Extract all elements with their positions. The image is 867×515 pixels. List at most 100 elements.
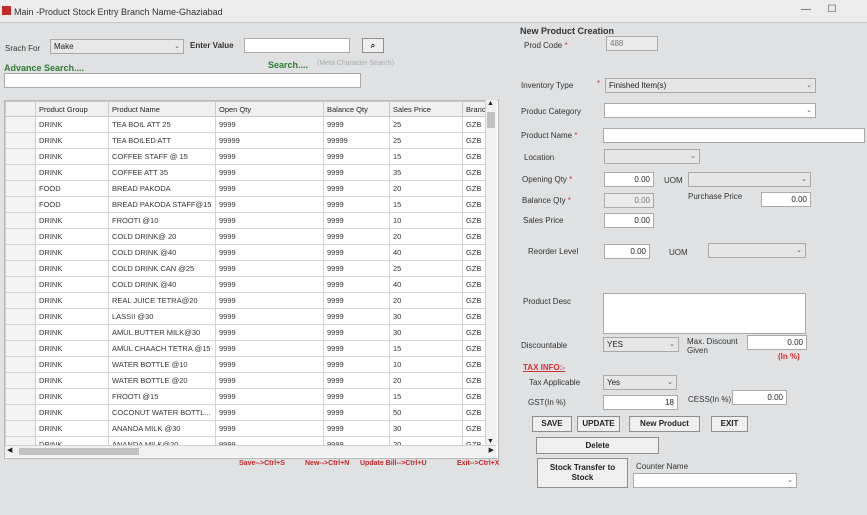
opening-qty-input[interactable]: 0.00	[604, 172, 654, 187]
row-header[interactable]	[5, 388, 36, 405]
row-header[interactable]	[5, 276, 36, 293]
maximize-button[interactable]: ☐	[812, 0, 852, 22]
search-link[interactable]: Search....	[268, 60, 308, 70]
sales-price-cell[interactable]: 30	[389, 420, 463, 437]
sales-price-cell[interactable]: 15	[389, 148, 463, 165]
product-group-cell[interactable]: DRINK	[35, 116, 109, 133]
branch-cell[interactable]: GZB	[462, 228, 488, 245]
reorder-uom-dropdown[interactable]: ⌄	[708, 243, 806, 258]
prod-code-field[interactable]: 488	[606, 36, 658, 51]
branch-cell[interactable]: GZB	[462, 388, 488, 405]
row-header[interactable]	[5, 292, 36, 309]
col-open-qty[interactable]: Open Qty	[215, 101, 324, 117]
product-group-cell[interactable]: FOOD	[35, 196, 109, 213]
product-group-cell[interactable]: DRINK	[35, 324, 109, 341]
balance-qty-cell[interactable]: 9999	[323, 276, 390, 293]
balance-qty-cell[interactable]: 9999	[323, 260, 390, 277]
product-name-cell[interactable]: WATER BOTTLE @20	[108, 372, 216, 389]
sales-price-cell[interactable]: 20	[389, 228, 463, 245]
product-desc-textarea[interactable]	[603, 293, 806, 334]
open-qty-cell[interactable]: 9999	[215, 228, 324, 245]
product-name-cell[interactable]: REAL JUICE TETRA@20	[108, 292, 216, 309]
update-button[interactable]: UPDATE	[577, 416, 620, 432]
product-name-cell[interactable]: TEA BOIL ATT 25	[108, 116, 216, 133]
scroll-down-icon[interactable]: ▼	[487, 438, 494, 445]
table-vertical-scrollbar[interactable]: ▲ ▼	[485, 100, 497, 445]
product-group-cell[interactable]: DRINK	[35, 420, 109, 437]
open-qty-cell[interactable]: 9999	[215, 212, 324, 229]
product-name-input[interactable]	[603, 128, 865, 143]
product-name-cell[interactable]: ANANDA MILK @30	[108, 420, 216, 437]
gst-input[interactable]: 18	[603, 395, 678, 410]
balance-qty-cell[interactable]: 9999	[323, 292, 390, 309]
product-group-cell[interactable]: DRINK	[35, 212, 109, 229]
product-name-cell[interactable]: COFFEE STAFF @ 15	[108, 148, 216, 165]
row-header[interactable]	[5, 228, 36, 245]
balance-qty-cell[interactable]: 9999	[323, 148, 390, 165]
balance-qty-cell[interactable]: 9999	[323, 420, 390, 437]
product-name-cell[interactable]: FROOTI @10	[108, 212, 216, 229]
open-qty-cell[interactable]: 9999	[215, 340, 324, 357]
branch-cell[interactable]: GZB	[462, 372, 488, 389]
row-header[interactable]	[5, 324, 36, 341]
sales-price-cell[interactable]: 25	[389, 260, 463, 277]
product-name-cell[interactable]: WATER BOTTLE @10	[108, 356, 216, 373]
open-qty-cell[interactable]: 9999	[215, 276, 324, 293]
search-for-dropdown[interactable]: Make ⌄	[50, 39, 184, 54]
col-balance-qty[interactable]: Balance Qty	[323, 101, 390, 117]
table-row[interactable]: DRINK LASSII @30 9999 9999 30 GZB	[5, 308, 488, 325]
product-group-cell[interactable]: DRINK	[35, 292, 109, 309]
table-row[interactable]: DRINK COLD DRINK CAN @25 9999 9999 25 GZB	[5, 260, 488, 277]
product-name-cell[interactable]: TEA BOILED ATT	[108, 132, 216, 149]
location-dropdown[interactable]: ⌄	[604, 149, 700, 164]
sales-price-cell[interactable]: 15	[389, 388, 463, 405]
balance-qty-cell[interactable]: 9999	[323, 356, 390, 373]
open-qty-cell[interactable]: 9999	[215, 356, 324, 373]
table-row[interactable]: DRINK REAL JUICE TETRA@20 9999 9999 20 GZB	[5, 292, 488, 309]
branch-cell[interactable]: GZB	[462, 212, 488, 229]
save-button[interactable]: SAVE	[532, 416, 572, 432]
open-qty-cell[interactable]: 9999	[215, 116, 324, 133]
balance-qty-cell[interactable]: 9999	[323, 164, 390, 181]
sales-price-cell[interactable]: 30	[389, 324, 463, 341]
product-name-cell[interactable]: COCONUT WATER BOTTL...	[108, 404, 216, 421]
sales-price-input[interactable]: 0.00	[604, 213, 654, 228]
table-row[interactable]: DRINK ANANDA MILK @30 9999 9999 30 GZB	[5, 420, 488, 437]
table-row[interactable]: DRINK AMUL CHAACH TETRA @15 9999 9999 15 GZB	[5, 340, 488, 357]
sales-price-cell[interactable]: 20	[389, 180, 463, 197]
inventory-type-dropdown[interactable]: Finished Item(s) ⌄	[605, 78, 816, 93]
product-name-cell[interactable]: COFFEE ATT 35	[108, 164, 216, 181]
balance-qty-cell[interactable]: 9999	[323, 372, 390, 389]
open-qty-cell[interactable]: 9999	[215, 260, 324, 277]
branch-cell[interactable]: GZB	[462, 148, 488, 165]
product-group-cell[interactable]: DRINK	[35, 244, 109, 261]
row-header[interactable]	[5, 196, 36, 213]
balance-qty-cell[interactable]: 9999	[323, 308, 390, 325]
sales-price-cell[interactable]: 20	[389, 292, 463, 309]
product-name-cell[interactable]: BREAD PAKODA STAFF@15	[108, 196, 216, 213]
product-name-cell[interactable]: LASSII @30	[108, 308, 216, 325]
product-name-cell[interactable]: AMUL CHAACH TETRA @15	[108, 340, 216, 357]
branch-cell[interactable]: GZB	[462, 276, 488, 293]
product-group-cell[interactable]: DRINK	[35, 228, 109, 245]
balance-qty-cell[interactable]: 9999	[323, 116, 390, 133]
branch-cell[interactable]: GZB	[462, 132, 488, 149]
table-row[interactable]: DRINK COLD DRINK@ 20 9999 9999 20 GZB	[5, 228, 488, 245]
cess-input[interactable]: 0.00	[732, 390, 787, 405]
open-qty-cell[interactable]: 9999	[215, 180, 324, 197]
product-group-cell[interactable]: DRINK	[35, 308, 109, 325]
product-group-cell[interactable]: DRINK	[35, 372, 109, 389]
row-header[interactable]	[5, 404, 36, 421]
product-group-cell[interactable]: DRINK	[35, 260, 109, 277]
branch-cell[interactable]: GZB	[462, 180, 488, 197]
branch-cell[interactable]: GZB	[462, 404, 488, 421]
table-row[interactable]: DRINK WATER BOTTLE @10 9999 9999 10 GZB	[5, 356, 488, 373]
row-header[interactable]	[5, 244, 36, 261]
branch-cell[interactable]: GZB	[462, 292, 488, 309]
row-header[interactable]	[5, 420, 36, 437]
branch-cell[interactable]: GZB	[462, 260, 488, 277]
sales-price-cell[interactable]: 15	[389, 340, 463, 357]
product-group-cell[interactable]: FOOD	[35, 180, 109, 197]
purchase-price-input[interactable]: 0.00	[761, 192, 811, 207]
table-row[interactable]: DRINK TEA BOILED ATT 99999 99999 25 GZB	[5, 132, 488, 149]
